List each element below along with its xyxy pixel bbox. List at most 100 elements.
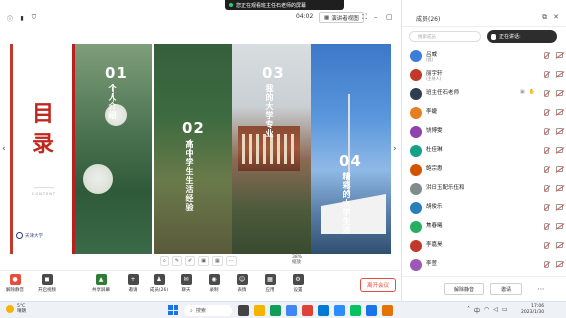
member-row[interactable]: 李萱 bbox=[402, 256, 566, 273]
microphone-muted-icon[interactable] bbox=[544, 147, 549, 154]
camera-off-icon[interactable] bbox=[556, 71, 563, 77]
member-row[interactable]: 李嘉昊 bbox=[402, 237, 566, 254]
minimize-icon[interactable]: – bbox=[374, 13, 378, 21]
record-button[interactable]: ◉ 录制 bbox=[199, 274, 229, 293]
camera-off-icon[interactable] bbox=[556, 166, 563, 172]
microphone-muted-icon[interactable] bbox=[544, 204, 549, 211]
file-explorer-icon[interactable] bbox=[254, 305, 265, 316]
ime-icon[interactable]: 中 bbox=[474, 306, 480, 315]
member-row[interactable]: 饶博雯 bbox=[402, 123, 566, 140]
member-row[interactable]: 班主任石老师 ▣ ✋ bbox=[402, 85, 566, 102]
member-row[interactable]: 吕威 (我) bbox=[402, 47, 566, 64]
emoji-icon: ☺ bbox=[236, 274, 248, 285]
screen-share-banner: 您正在观看班主任石老师的屏幕 bbox=[225, 0, 344, 10]
panel-2-number: 02 bbox=[182, 119, 205, 137]
camera-off-icon[interactable] bbox=[556, 90, 563, 96]
member-row[interactable]: 李婕 bbox=[402, 104, 566, 121]
battery-icon[interactable]: ▭ bbox=[502, 306, 508, 315]
microphone-muted-icon[interactable] bbox=[544, 71, 549, 78]
edit-icon[interactable]: ✎ bbox=[171, 256, 183, 266]
avatar bbox=[410, 107, 422, 119]
sharing-indicator-icon bbox=[229, 3, 233, 7]
next-slide-icon[interactable]: › bbox=[393, 144, 397, 154]
grid-icon[interactable]: ▦ bbox=[211, 256, 223, 266]
start-video-button[interactable]: ◼ 开启视频 bbox=[32, 274, 62, 293]
leave-meeting-button[interactable]: 离开会议 bbox=[360, 278, 396, 292]
microphone-muted-icon[interactable] bbox=[544, 52, 549, 59]
fullscreen-icon[interactable]: ⛶ bbox=[362, 13, 367, 22]
microphone-muted-icon[interactable] bbox=[544, 242, 549, 249]
microphone-muted-icon[interactable] bbox=[544, 128, 549, 135]
microphone-muted-icon[interactable] bbox=[544, 166, 549, 173]
previous-slide-icon[interactable]: ‹ bbox=[2, 144, 6, 154]
store-icon[interactable] bbox=[286, 305, 297, 316]
close-icon[interactable]: ✕ bbox=[553, 13, 559, 22]
unmute-button[interactable]: ● 解除静音 bbox=[0, 274, 30, 293]
camera-off-icon[interactable] bbox=[556, 261, 563, 267]
microphone-muted-icon[interactable] bbox=[544, 90, 549, 97]
network-signal-icon[interactable]: ▮ bbox=[18, 14, 26, 22]
member-row[interactable]: 丽宇轩 (主持人) bbox=[402, 66, 566, 83]
camera-off-icon[interactable] bbox=[556, 128, 563, 134]
edge-icon[interactable] bbox=[318, 305, 329, 316]
image-icon[interactable]: ▣ bbox=[198, 256, 209, 266]
member-role: (我) bbox=[426, 57, 434, 62]
more-options-icon[interactable]: ⋯ bbox=[534, 283, 548, 295]
taskbar-search[interactable]: ⌕ 搜索 bbox=[184, 305, 232, 316]
camera-off-icon[interactable] bbox=[556, 242, 563, 248]
annotate-icon[interactable]: ✐ bbox=[185, 256, 196, 266]
zoom-readout[interactable]: 38% 缩放 bbox=[292, 255, 302, 265]
taskbar-clock[interactable]: 17:06 2023/1/30 bbox=[521, 304, 544, 316]
camera-off-icon[interactable] bbox=[556, 204, 563, 210]
camera-off-icon[interactable] bbox=[556, 185, 563, 191]
apps-button[interactable]: ▦ 应用 bbox=[255, 274, 285, 293]
more-icon[interactable]: ⋯ bbox=[225, 256, 237, 266]
member-name: 饶博雯 bbox=[426, 128, 443, 134]
wifi-icon[interactable]: ◠ bbox=[484, 306, 489, 315]
member-row[interactable]: 鲍宗惠 bbox=[402, 161, 566, 178]
members-label: 成员(26) bbox=[149, 288, 169, 293]
invite-members-button[interactable]: 邀请 bbox=[490, 283, 522, 295]
chat-button[interactable]: ✉ 聊天 bbox=[171, 274, 201, 293]
member-row[interactable]: 洪日玉配乐伍和 bbox=[402, 180, 566, 197]
office-icon[interactable] bbox=[302, 305, 313, 316]
members-button[interactable]: ♟ 成员(26) bbox=[144, 274, 174, 293]
member-search-input[interactable]: 搜索成员 bbox=[409, 31, 481, 42]
app-icon[interactable] bbox=[382, 305, 393, 316]
meeting-app-icon[interactable] bbox=[334, 305, 345, 316]
weather-widget[interactable]: 5°C 晴朗 bbox=[6, 304, 26, 314]
member-row[interactable]: 焦春曦 bbox=[402, 218, 566, 235]
view-mode-button[interactable]: ▦ 演讲者视图 bbox=[319, 12, 364, 23]
popout-icon[interactable]: ⧉ bbox=[542, 13, 547, 22]
wechat-icon[interactable] bbox=[350, 305, 361, 316]
avatar bbox=[410, 259, 422, 271]
camera-off-icon[interactable] bbox=[556, 223, 563, 229]
camera-off-icon[interactable] bbox=[556, 52, 563, 58]
task-view-icon[interactable] bbox=[238, 305, 249, 316]
member-name: 李嘉昊 bbox=[426, 242, 443, 248]
settings-button[interactable]: ⚙ 设置 bbox=[283, 274, 313, 293]
microphone-muted-icon[interactable] bbox=[544, 185, 549, 192]
microphone-muted-icon[interactable] bbox=[544, 261, 549, 268]
info-icon[interactable]: ⓘ bbox=[6, 14, 14, 23]
maximize-icon[interactable]: ▢ bbox=[386, 13, 393, 21]
search-icon[interactable]: ⌕ bbox=[160, 256, 169, 266]
share-screen-button[interactable]: ▲ 共享屏幕 bbox=[86, 274, 116, 293]
mute-all-button[interactable]: 解除静音 bbox=[444, 283, 484, 295]
microphone-muted-icon[interactable] bbox=[544, 109, 549, 116]
slide-title: 目 录 bbox=[29, 99, 57, 159]
security-shield-icon[interactable]: ⛉ bbox=[30, 14, 38, 22]
camera-off-icon[interactable] bbox=[556, 147, 563, 153]
microphone-muted-icon[interactable] bbox=[544, 223, 549, 230]
member-status-icons: ▣ ✋ bbox=[520, 89, 535, 95]
member-panel-actions: ⧉ ✕ bbox=[542, 13, 559, 22]
volume-icon[interactable]: ◁ bbox=[493, 306, 498, 315]
member-row[interactable]: 杜佳琳 bbox=[402, 142, 566, 159]
browser-icon[interactable] bbox=[270, 305, 281, 316]
app-icon[interactable] bbox=[366, 305, 377, 316]
start-button[interactable] bbox=[168, 305, 178, 315]
tray-expand-icon[interactable]: ˄ bbox=[467, 306, 470, 315]
emoji-button[interactable]: ☺ 表情 bbox=[227, 274, 257, 293]
member-row[interactable]: 胡俊乐 bbox=[402, 199, 566, 216]
camera-off-icon[interactable] bbox=[556, 109, 563, 115]
